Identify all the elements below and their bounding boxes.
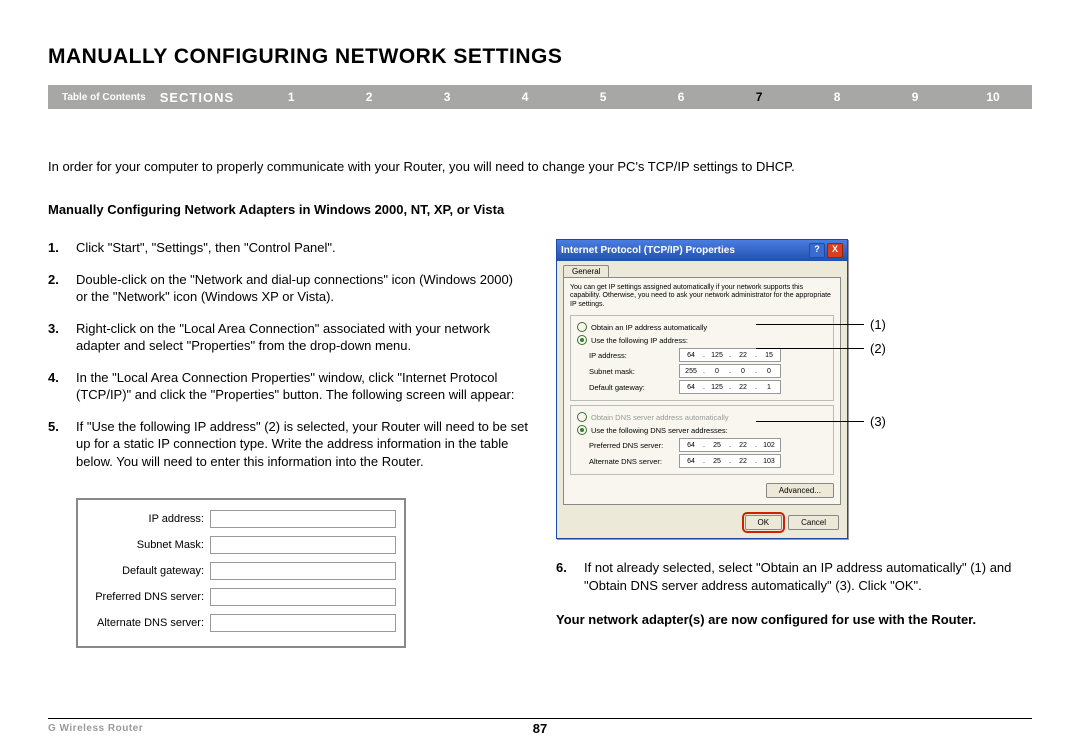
step-6: 6. If not already selected, select "Obta… (556, 559, 1032, 594)
nav-item-4[interactable]: 4 (486, 90, 564, 104)
ok-button[interactable]: OK (745, 515, 783, 530)
radio-use-dns[interactable] (577, 425, 587, 435)
dialog-titlebar: Internet Protocol (TCP/IP) Properties ? … (557, 240, 847, 261)
radio-auto-ip[interactable] (577, 322, 587, 332)
close-icon[interactable]: X (827, 243, 843, 258)
radio-use-ip[interactable] (577, 335, 587, 345)
nav-item-7[interactable]: 7 (720, 90, 798, 104)
page-title: Manually Configuring Network Settings (48, 45, 1032, 69)
callout-line-3 (756, 421, 864, 422)
nav-item-8[interactable]: 8 (798, 90, 876, 104)
dialog-blurb: You can get IP settings assigned automat… (570, 284, 834, 309)
gateway-field[interactable] (210, 562, 396, 580)
nav-item-1[interactable]: 1 (252, 90, 330, 104)
section-nav: Table of Contents SECTIONS 1 2 3 4 5 6 7… (48, 85, 1032, 109)
tab-general[interactable]: General (563, 265, 609, 277)
nav-sections-label: SECTIONS (160, 90, 234, 105)
step-3: Right-click on the "Local Area Connectio… (48, 320, 528, 355)
step-4: In the "Local Area Connection Properties… (48, 369, 528, 404)
page-footer: G Wireless Router 87 (48, 718, 1032, 734)
subnet-input[interactable]: 255.0.0.0 (679, 364, 781, 378)
radio-auto-dns[interactable] (577, 412, 587, 422)
nav-item-10[interactable]: 10 (954, 90, 1032, 104)
advanced-button[interactable]: Advanced... (766, 483, 834, 498)
callout-line-1 (756, 324, 864, 325)
ip-label-gateway: Default gateway: (86, 565, 210, 577)
ip-label-subnet: Subnet Mask: (86, 539, 210, 551)
alt-dns-input[interactable]: 64.25.22.103 (679, 454, 781, 468)
page-number: 87 (533, 721, 547, 736)
ip-entry-table: IP address: Subnet Mask: Default gateway… (76, 498, 406, 648)
tcpip-dialog: Internet Protocol (TCP/IP) Properties ? … (556, 239, 848, 539)
product-name: G Wireless Router (48, 723, 143, 734)
nav-item-3[interactable]: 3 (408, 90, 486, 104)
conclusion: Your network adapter(s) are now configur… (556, 612, 1032, 627)
nav-item-2[interactable]: 2 (330, 90, 408, 104)
cancel-button[interactable]: Cancel (788, 515, 839, 530)
help-icon[interactable]: ? (809, 243, 825, 258)
step-2: Double-click on the "Network and dial-up… (48, 271, 528, 306)
pref-dns-input[interactable]: 64.25.22.102 (679, 438, 781, 452)
ip-field[interactable] (210, 510, 396, 528)
altdns-field[interactable] (210, 614, 396, 632)
callout-line-2 (756, 348, 864, 349)
subheading: Manually Configuring Network Adapters in… (48, 202, 1032, 217)
intro-text: In order for your computer to properly c… (48, 159, 1032, 174)
step-5: If "Use the following IP address" (2) is… (48, 418, 528, 471)
callout-3: (3) (870, 414, 886, 429)
nav-item-9[interactable]: 9 (876, 90, 954, 104)
callout-1: (1) (870, 317, 886, 332)
nav-item-6[interactable]: 6 (642, 90, 720, 104)
ip-label-ip: IP address: (86, 513, 210, 525)
nav-toc[interactable]: Table of Contents (48, 92, 160, 103)
callout-2: (2) (870, 341, 886, 356)
steps-list: Click "Start", "Settings", then "Control… (48, 239, 528, 470)
gateway-input[interactable]: 64.125.22.1 (679, 380, 781, 394)
dialog-title: Internet Protocol (TCP/IP) Properties (561, 245, 735, 256)
ip-label-prefdns: Preferred DNS server: (86, 591, 210, 603)
step-1: Click "Start", "Settings", then "Control… (48, 239, 528, 257)
prefdns-field[interactable] (210, 588, 396, 606)
nav-item-5[interactable]: 5 (564, 90, 642, 104)
subnet-field[interactable] (210, 536, 396, 554)
ip-label-altdns: Alternate DNS server: (86, 617, 210, 629)
